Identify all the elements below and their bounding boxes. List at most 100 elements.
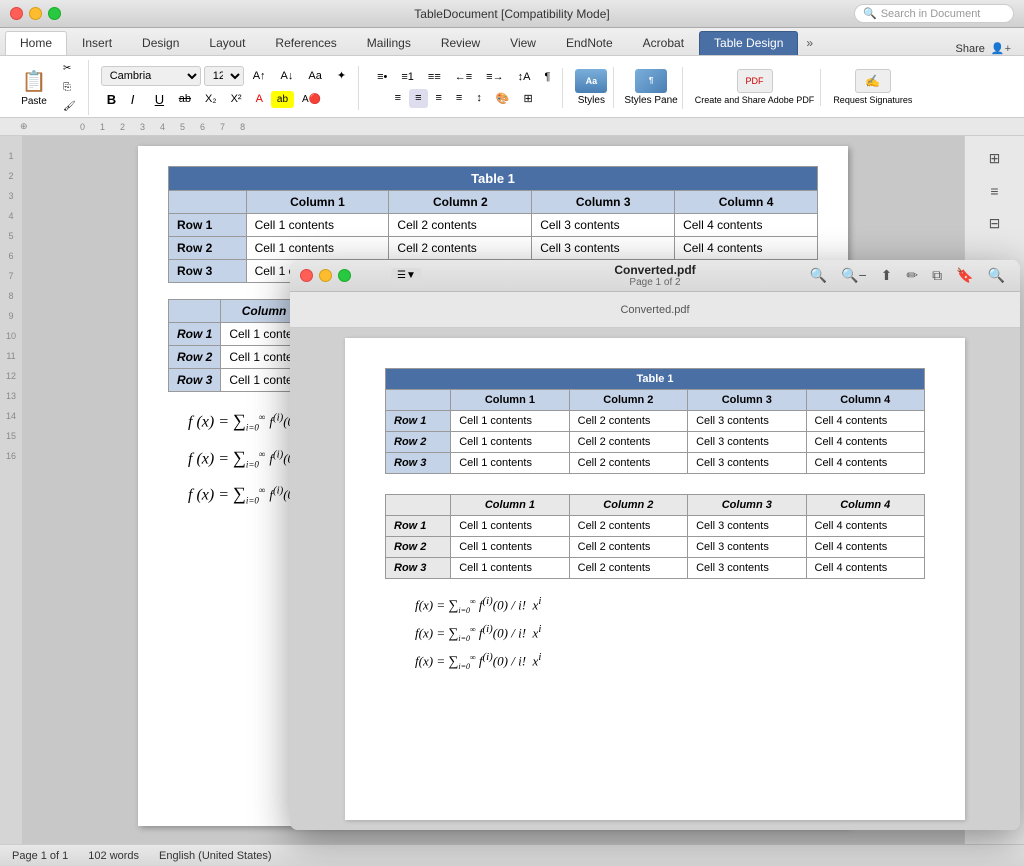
- ruler: ⊕ 0 1 2 3 4 5 6 7 8: [0, 118, 1024, 136]
- paste-button[interactable]: 📋 Paste: [14, 66, 54, 110]
- align-right-btn[interactable]: ≡: [430, 89, 448, 108]
- pdf-formula-3: f(x) = ∑i=0∞ f(i)(0) / i! xi: [415, 651, 925, 671]
- bullets-btn[interactable]: ≡•: [371, 68, 393, 86]
- pdf-t1-r2c2: Cell 2 contents: [569, 432, 687, 453]
- close-button[interactable]: [10, 7, 23, 20]
- list-view-btn[interactable]: ≡: [986, 179, 1002, 203]
- doc-table1-col3: Column 3: [532, 191, 675, 214]
- superscript-button[interactable]: X²: [225, 90, 248, 108]
- styles-pane-icon: ¶: [635, 69, 667, 93]
- copy-button[interactable]: ⎘: [57, 79, 82, 96]
- highlight-btn[interactable]: ab: [271, 91, 294, 108]
- minimize-button[interactable]: [29, 7, 42, 20]
- justify-btn[interactable]: ≡: [450, 89, 468, 108]
- doc-table1-r2c4: Cell 4 contents: [675, 237, 818, 260]
- align-center-btn[interactable]: ≡: [409, 89, 427, 108]
- page-num-15: 15: [0, 426, 22, 446]
- tab-mailings[interactable]: Mailings: [352, 31, 426, 55]
- request-sig-label[interactable]: Request Signatures: [833, 95, 912, 106]
- tab-more[interactable]: »: [798, 32, 821, 55]
- pdf-share-btn[interactable]: ⬆: [876, 264, 898, 287]
- pdf-table-2: Column 1 Column 2 Column 3 Column 4 Row …: [385, 494, 925, 579]
- share-btn[interactable]: Share: [956, 43, 985, 55]
- pdf-t2-r3c3: Cell 3 contents: [688, 558, 806, 579]
- strikethrough-button[interactable]: ab: [173, 90, 197, 108]
- ribbon-tabs: Home Insert Design Layout References Mai…: [0, 28, 1024, 56]
- font-clear-btn[interactable]: Aa: [302, 67, 327, 85]
- shading-btn[interactable]: 🎨: [490, 89, 516, 108]
- pdf-close-btn[interactable]: [300, 269, 313, 282]
- paste-group: 📋 Paste ✂ ⎘ 🖌: [8, 60, 89, 115]
- page-num-4: 4: [0, 206, 22, 226]
- tab-acrobat[interactable]: Acrobat: [628, 31, 699, 55]
- pdf-zoom-out-btn[interactable]: 🔍−: [836, 264, 872, 287]
- subscript-button[interactable]: X₂: [199, 90, 223, 108]
- search-bar[interactable]: 🔍 Search in Document: [854, 4, 1014, 23]
- tab-home[interactable]: Home: [5, 31, 67, 55]
- line-spacing-btn[interactable]: ↕: [470, 89, 488, 108]
- pdf-search-btn[interactable]: 🔍: [805, 264, 832, 287]
- traffic-lights[interactable]: [10, 7, 61, 20]
- pdf-bookmark-btn[interactable]: 🔖: [951, 264, 978, 287]
- doc-table2-row3-label: Row 3: [169, 369, 221, 392]
- tab-references[interactable]: References: [260, 31, 351, 55]
- increase-indent-btn[interactable]: ≡→: [480, 68, 509, 86]
- tab-view[interactable]: View: [495, 31, 551, 55]
- cut-button[interactable]: ✂: [57, 60, 82, 77]
- tab-table-design[interactable]: Table Design: [699, 31, 798, 55]
- tab-design[interactable]: Design: [127, 31, 194, 55]
- show-marks-btn[interactable]: ¶: [538, 68, 556, 86]
- border-btn[interactable]: ⊞: [518, 89, 539, 108]
- pdf-traffic-lights[interactable]: [300, 269, 351, 282]
- doc-table1-r1c1: Cell 1 contents: [246, 214, 389, 237]
- styles-pane-label[interactable]: Styles Pane: [624, 95, 677, 107]
- tab-layout[interactable]: Layout: [194, 31, 260, 55]
- underline-button[interactable]: U: [149, 89, 171, 110]
- create-share-label[interactable]: Create and Share Adobe PDF: [695, 95, 815, 106]
- paragraph-group: ≡• ≡1 ≡≡ ←≡ ≡→ ↕A ¶ ≡ ≡ ≡ ≡ ↕ 🎨 ⊞: [365, 68, 563, 108]
- pdf-copy-btn[interactable]: ⧉: [927, 264, 947, 287]
- font-shrink-btn[interactable]: A↓: [275, 67, 300, 85]
- font-color-btn[interactable]: A: [250, 90, 269, 108]
- numbering-btn[interactable]: ≡1: [395, 68, 420, 86]
- word-count: 102 words: [88, 850, 139, 862]
- font-family-select[interactable]: Cambria: [101, 66, 201, 86]
- pdf-min-btn[interactable]: [319, 269, 332, 282]
- tab-insert[interactable]: Insert: [67, 31, 127, 55]
- char-shade-btn[interactable]: A🔴: [296, 91, 327, 108]
- page-count: Page 1 of 1: [12, 850, 68, 862]
- pdf-t2-r2c4: Cell 4 contents: [806, 537, 925, 558]
- font-format-btn[interactable]: ✦: [331, 66, 352, 85]
- font-size-select[interactable]: 12: [204, 66, 244, 86]
- ribbon-toolbar: 📋 Paste ✂ ⎘ 🖌 Cambria 12 A↑ A↓ Aa ✦ B I …: [0, 56, 1024, 118]
- column-view-btn[interactable]: ⊟: [985, 211, 1005, 236]
- acrobat-icon: PDF: [737, 69, 773, 93]
- doc-table2-empty: [169, 300, 221, 323]
- pdf-find-btn[interactable]: 🔍: [983, 264, 1010, 287]
- pdf-max-btn[interactable]: [338, 269, 351, 282]
- decrease-indent-btn[interactable]: ←≡: [449, 68, 478, 86]
- pdf-annotate-btn[interactable]: ✏: [901, 264, 923, 287]
- pdf-t2-r3c4: Cell 4 contents: [806, 558, 925, 579]
- search-icon: 🔍: [863, 7, 877, 20]
- grid-view-btn[interactable]: ⊞: [985, 146, 1005, 171]
- maximize-button[interactable]: [48, 7, 61, 20]
- bold-button[interactable]: B: [101, 89, 123, 110]
- pdf-content-area[interactable]: Table 1 Column 1 Column 2 Column 3 Colum…: [290, 328, 1020, 830]
- font-grow-btn[interactable]: A↑: [247, 67, 272, 85]
- person-icon: 👤+: [991, 42, 1011, 55]
- pdf-t1-r3c2: Cell 2 contents: [569, 453, 687, 474]
- sort-btn[interactable]: ↕A: [512, 68, 537, 86]
- format-painter-button[interactable]: 🖌: [57, 98, 82, 115]
- doc-table1-r2c3: Cell 3 contents: [532, 237, 675, 260]
- align-left-btn[interactable]: ≡: [389, 89, 407, 108]
- ruler-margin-left[interactable]: ⊕: [20, 121, 28, 132]
- multilevel-btn[interactable]: ≡≡: [422, 68, 447, 86]
- page-sidebar: 1 2 3 4 5 6 7 8 9 10 11 12 13 14 15 16: [0, 136, 22, 844]
- doc-table1-r1c4: Cell 4 contents: [675, 214, 818, 237]
- pdf-header-title: Converted.pdf: [620, 304, 689, 316]
- tab-endnote[interactable]: EndNote: [551, 31, 628, 55]
- status-bar: Page 1 of 1 102 words English (United St…: [0, 844, 1024, 866]
- tab-review[interactable]: Review: [426, 31, 495, 55]
- italic-button[interactable]: I: [125, 89, 147, 110]
